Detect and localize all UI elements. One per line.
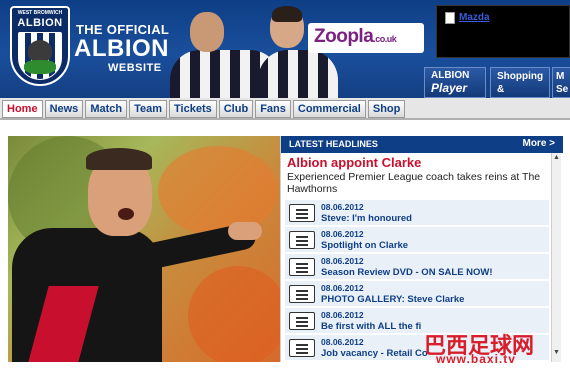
photo-background bbox=[158, 146, 278, 236]
news-article-icon bbox=[289, 204, 315, 222]
tab-club[interactable]: Club bbox=[218, 100, 254, 118]
site-title-website: WEBSITE bbox=[108, 62, 162, 74]
nav-tabs: Home News Match Team Tickets Club Fans C… bbox=[2, 100, 406, 118]
headline-item[interactable]: 08.06.2012 Spotlight on Clarke bbox=[285, 226, 549, 252]
coach-mouth bbox=[118, 208, 134, 220]
news-article-icon bbox=[289, 231, 315, 249]
tab-shop[interactable]: Shop bbox=[367, 100, 406, 118]
headline-date: 08.06.2012 bbox=[321, 337, 364, 347]
crest-name-text: ALBION bbox=[17, 17, 63, 29]
tab-home[interactable]: Home bbox=[2, 100, 43, 118]
news-article-icon bbox=[289, 285, 315, 303]
headline-link[interactable]: Spotlight on Clarke bbox=[321, 240, 549, 251]
sponsor-logo[interactable]: Zoopla.co.uk bbox=[308, 23, 424, 53]
watermark: 巴西足球网 www.baxi.tv bbox=[420, 326, 570, 370]
site-header: WEST BROMWICH ALBION THE OFFICIAL ALBION… bbox=[0, 0, 570, 98]
featured-headline[interactable]: Albion appoint Clarke Experienced Premie… bbox=[281, 153, 551, 199]
shopping-line1: Shopping bbox=[497, 71, 544, 82]
throstle-bird-icon bbox=[28, 40, 52, 62]
tab-tickets[interactable]: Tickets bbox=[169, 100, 217, 118]
site-title-albion[interactable]: ALBION bbox=[74, 35, 169, 63]
tab-commercial[interactable]: Commercial bbox=[292, 100, 366, 118]
watermark-url: www.baxi.tv bbox=[436, 352, 516, 366]
headline-link[interactable]: Steve: I'm honoured bbox=[321, 213, 549, 224]
tab-team[interactable]: Team bbox=[129, 100, 168, 118]
headline-date: 08.06.2012 bbox=[321, 310, 364, 320]
photo-background bbox=[188, 266, 280, 362]
albion-player-button[interactable]: ALBION Player bbox=[424, 67, 486, 98]
news-article-icon bbox=[289, 339, 315, 357]
news-article-icon bbox=[289, 312, 315, 330]
coach-hair bbox=[86, 148, 152, 170]
headline-item[interactable]: 08.06.2012 Season Review DVD - ON SALE N… bbox=[285, 253, 549, 279]
headline-date: 08.06.2012 bbox=[321, 229, 364, 239]
albion-player-line2: Player bbox=[431, 81, 468, 95]
headlines-more-link[interactable]: More > bbox=[522, 138, 555, 149]
player-head bbox=[190, 12, 224, 52]
player-hair bbox=[272, 6, 302, 22]
featured-headline-description: Experienced Premier League coach takes r… bbox=[287, 171, 541, 195]
broken-image-icon bbox=[445, 12, 455, 24]
headline-item[interactable]: 08.06.2012 PHOTO GALLERY: Steve Clarke bbox=[285, 280, 549, 306]
headline-date: 08.06.2012 bbox=[321, 202, 364, 212]
tab-news[interactable]: News bbox=[44, 100, 84, 118]
crest-top-text: WEST BROMWICH bbox=[17, 10, 63, 16]
membership-line1: M bbox=[556, 71, 565, 82]
headline-link[interactable]: Season Review DVD - ON SALE NOW! bbox=[321, 267, 549, 278]
sponsor-name-text: Zoopla bbox=[314, 26, 374, 47]
sponsor-name: Zoopla.co.uk bbox=[314, 26, 397, 48]
headline-link[interactable]: PHOTO GALLERY: Steve Clarke bbox=[321, 294, 549, 305]
scroll-up-arrow-icon[interactable]: ▲ bbox=[553, 154, 560, 161]
tab-match[interactable]: Match bbox=[85, 100, 128, 118]
headline-date: 08.06.2012 bbox=[321, 283, 364, 293]
coach-hand bbox=[228, 222, 262, 240]
headline-date: 08.06.2012 bbox=[321, 256, 364, 266]
club-crest-logo[interactable]: WEST BROMWICH ALBION bbox=[10, 6, 70, 86]
news-article-icon bbox=[289, 258, 315, 276]
advert-link[interactable]: Mazda bbox=[459, 12, 490, 23]
membership-button[interactable]: M Se bbox=[552, 67, 570, 98]
featured-headline-title[interactable]: Albion appoint Clarke bbox=[287, 155, 421, 170]
main-navigation: Home News Match Team Tickets Club Fans C… bbox=[0, 98, 570, 120]
headline-item[interactable]: 08.06.2012 Steve: I'm honoured bbox=[285, 199, 549, 225]
advert-box: Mazda bbox=[436, 5, 570, 58]
crest-leaves-icon bbox=[24, 60, 56, 74]
membership-line2: Se bbox=[556, 84, 569, 95]
player-shirt bbox=[258, 50, 338, 98]
albion-player-line1: ALBION bbox=[431, 70, 470, 81]
headlines-title: LATEST HEADLINES bbox=[289, 139, 378, 149]
shopping-line2: & bbox=[497, 84, 505, 95]
headlines-header: LATEST HEADLINES More > bbox=[281, 136, 563, 153]
sponsor-suffix-text: .co.uk bbox=[373, 34, 397, 44]
featured-story-photo[interactable] bbox=[8, 136, 280, 362]
tab-fans[interactable]: Fans bbox=[255, 100, 291, 118]
shopping-button[interactable]: Shopping & bbox=[490, 67, 550, 98]
